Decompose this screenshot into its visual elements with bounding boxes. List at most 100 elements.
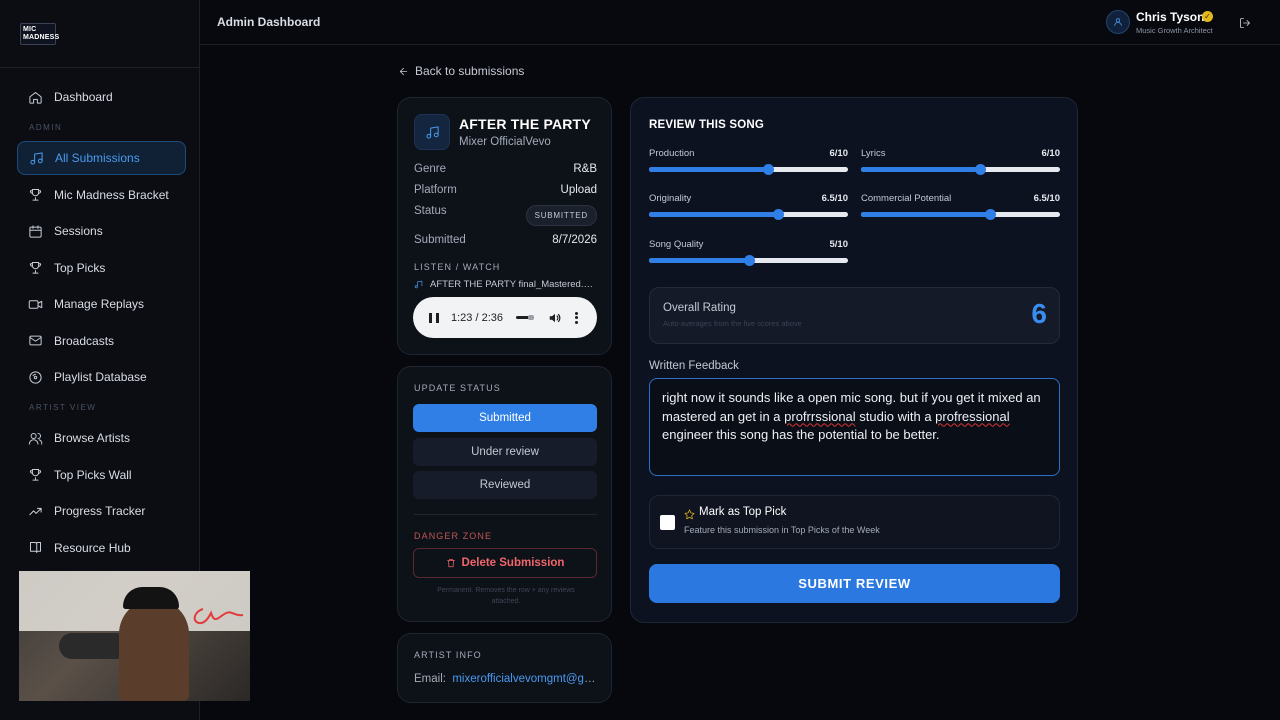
audio-player[interactable]: 1:23 / 2:36: [413, 297, 597, 338]
slider-thumb[interactable]: [975, 164, 987, 175]
artist-info-label: ARTIST INFO: [414, 650, 482, 660]
playback-seek-bar[interactable]: [516, 315, 534, 320]
user-name: Chris Tyson: [1136, 10, 1205, 24]
sidebar-item-label: Progress Tracker: [54, 504, 146, 518]
app-logo[interactable]: MIC MADNESS: [20, 22, 59, 45]
verified-badge-icon: ✓: [1202, 11, 1213, 22]
sidebar-item-label: Top Picks Wall: [54, 467, 132, 482]
calendar-icon: [27, 223, 43, 239]
slider-fill: [861, 167, 981, 172]
sidebar-item-resource-hub[interactable]: Resource Hub: [17, 531, 186, 565]
status-label: Status: [414, 205, 447, 217]
music-note-icon: [28, 150, 44, 166]
top-pick-label: Mark as Top Pick: [699, 506, 787, 518]
sidebar-item-mic-madness-bracket[interactable]: Mic Madness Bracket: [17, 178, 186, 212]
delete-button-label: Delete Submission: [461, 557, 565, 569]
slider-track[interactable]: [861, 164, 1060, 175]
top-pick-checkbox[interactable]: [660, 515, 675, 530]
sidebar-item-label: Dashboard: [54, 90, 113, 104]
trash-icon: [446, 559, 455, 568]
sidebar-item-progress-tracker[interactable]: Progress Tracker: [17, 494, 186, 528]
slider-track[interactable]: [649, 255, 848, 266]
slider-value: 6/10: [1041, 148, 1061, 159]
audio-file-name: AFTER THE PARTY final_Mastered.wav: [430, 279, 597, 290]
slider-fill: [649, 258, 749, 263]
star-icon: [684, 507, 695, 520]
divider: [414, 514, 597, 515]
status-under-review-button[interactable]: Under review: [413, 438, 597, 466]
sidebar-nav: Dashboard ADMIN All Submissions Mic Madn…: [0, 68, 199, 565]
update-status-card: UPDATE STATUS Submitted Under review Rev…: [397, 366, 612, 622]
danger-zone-label: DANGER ZONE: [414, 531, 493, 541]
webcam-overlay: [19, 571, 250, 701]
listen-watch-label: LISTEN / WATCH: [414, 262, 501, 272]
misspelled-word: profressional: [935, 408, 1010, 424]
slider-track[interactable]: [649, 209, 848, 220]
sidebar-item-manage-replays[interactable]: Manage Replays: [17, 287, 186, 321]
overall-rating-hint: Auto-averages from the five scores above: [663, 319, 802, 328]
sidebar-item-all-submissions[interactable]: All Submissions: [17, 141, 186, 175]
artist-email-link[interactable]: mixerofficialvevomgmt@gmail.com: [452, 673, 597, 685]
song-details-card: AFTER THE PARTY Mixer OfficialVevo Genre…: [397, 97, 612, 355]
pause-icon[interactable]: [429, 312, 439, 323]
slider-value: 5/10: [829, 239, 849, 250]
overall-rating-value: 6: [1031, 298, 1047, 329]
review-title: REVIEW THIS SONG: [649, 119, 765, 131]
artist-email-row: Email: mixerofficialvevomgmt@gmail.com: [414, 673, 597, 685]
top-pick-option: Mark as Top Pick Feature this submission…: [649, 495, 1060, 549]
slider-label: Commercial Potential: [861, 193, 952, 204]
submit-review-button[interactable]: SUBMIT REVIEW: [649, 564, 1060, 603]
sidebar-item-top-picks-wall[interactable]: Top Picks Wall: [17, 458, 186, 492]
feedback-text: engineer this song has the potential to …: [662, 427, 940, 442]
overall-rating-box: Overall Rating Auto-averages from the fi…: [649, 287, 1060, 344]
slider-thumb[interactable]: [985, 209, 997, 220]
back-to-submissions-link[interactable]: Back to submissions: [398, 64, 524, 78]
slider-fill: [861, 212, 991, 217]
delete-submission-button[interactable]: Delete Submission: [413, 548, 597, 578]
music-note-icon: [414, 280, 423, 289]
back-link-label: Back to submissions: [415, 64, 525, 78]
slider-thumb[interactable]: [773, 209, 785, 220]
status-submitted-button[interactable]: Submitted: [413, 404, 597, 432]
slider-thumb[interactable]: [763, 164, 775, 175]
user-icon[interactable]: [1106, 10, 1130, 34]
sidebar-item-browse-artists[interactable]: Browse Artists: [17, 421, 186, 455]
sidebar-item-top-picks[interactable]: Top Picks: [17, 251, 186, 285]
more-options-icon[interactable]: [574, 311, 578, 324]
video-icon: [27, 296, 43, 312]
slider-thumb[interactable]: [743, 255, 755, 266]
top-bar: Admin Dashboard Chris Tyson ✓ Music Grow…: [200, 0, 1280, 45]
submitted-row: Submitted 8/7/2026: [414, 234, 597, 246]
platform-label: Platform: [414, 184, 457, 196]
sidebar-item-broadcasts[interactable]: Broadcasts: [17, 324, 186, 358]
delete-warning-note: Permanent. Removes the row + any reviews…: [437, 587, 575, 605]
app-root: MIC MADNESS Dashboard ADMIN All Submissi…: [0, 0, 1280, 720]
status-badge: SUBMITTED: [525, 205, 597, 226]
sidebar-item-sessions[interactable]: Sessions: [17, 214, 186, 248]
webcam-person: [119, 599, 189, 701]
volume-icon[interactable]: [548, 311, 562, 325]
logo-bar: MIC MADNESS: [0, 0, 199, 68]
mail-icon: [27, 333, 43, 349]
signature-graphic: [189, 601, 244, 631]
sidebar-item-label: All Submissions: [55, 151, 140, 165]
slider-track[interactable]: [861, 209, 1060, 220]
artist-info-card: ARTIST INFO Email: mixerofficialvevomgmt…: [397, 633, 612, 703]
audio-file-link[interactable]: AFTER THE PARTY final_Mastered.wav: [414, 279, 597, 290]
slider-track[interactable]: [649, 164, 848, 175]
logout-icon[interactable]: [1239, 16, 1251, 28]
sidebar-item-label: Sessions: [54, 224, 103, 238]
trophy-icon: [27, 187, 43, 203]
sidebar-item-label: Broadcasts: [54, 333, 115, 348]
misspelled-word: profrrssional: [784, 408, 856, 424]
sidebar-item-dashboard[interactable]: Dashboard: [17, 80, 186, 114]
sidebar-item-playlist-database[interactable]: Playlist Database: [17, 360, 186, 394]
overall-rating-label: Overall Rating: [663, 302, 736, 314]
trending-up-icon: [27, 503, 43, 519]
sidebar-item-label: Playlist Database: [54, 370, 147, 384]
slider-label: Production: [649, 148, 695, 159]
slider-value: 6.5/10: [821, 193, 848, 204]
written-feedback-textarea[interactable]: right now it sounds like a open mic song…: [649, 378, 1060, 476]
trophy-icon: [27, 260, 43, 276]
status-reviewed-button[interactable]: Reviewed: [413, 471, 597, 499]
